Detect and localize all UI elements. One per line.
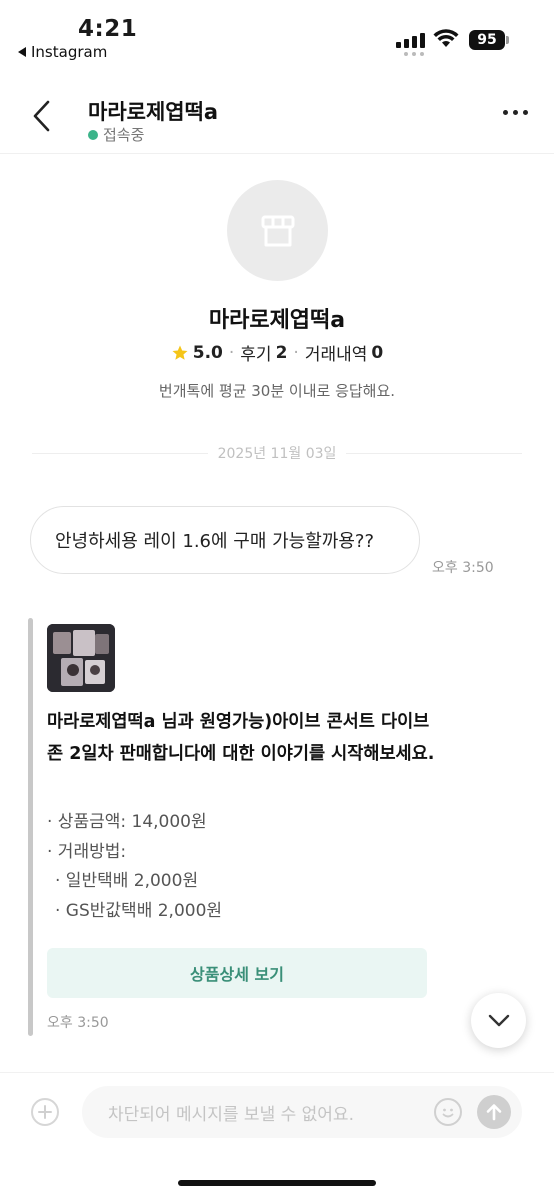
reviews-label: 후기 — [240, 345, 272, 365]
back-app-label: Instagram — [31, 43, 108, 61]
response-note: 번개톡에 평균 30분 이내로 응답해요. — [158, 382, 396, 400]
status-time: 4:21 — [78, 16, 138, 42]
more-options-button[interactable] — [503, 110, 528, 115]
cellular-signal-icon — [396, 32, 425, 48]
back-to-app-link[interactable]: Instagram — [18, 43, 107, 61]
product-card-title: 마라로제엽떡a 님과 원영가능)아이브 콘서트 다이브존 2일차 판매합니다에 … — [47, 712, 435, 764]
trades-count: 0 — [371, 342, 384, 363]
card-accent-bar — [28, 618, 33, 1036]
date-divider: 2025년 11월 03일 — [32, 443, 522, 463]
status-dots — [404, 52, 424, 56]
detail-shipping-gs: · GS반값택배 2,000원 — [55, 900, 223, 921]
store-icon — [261, 215, 294, 246]
message-bubble[interactable]: 안녕하세용 레이 1.6에 구매 가능할까용?? — [30, 506, 420, 574]
profile-name: 마라로제엽떡a — [208, 308, 346, 333]
attach-button[interactable] — [31, 1098, 59, 1126]
reviews-count: 2 — [275, 342, 288, 363]
arrow-up-icon — [486, 1104, 502, 1121]
product-photo-icon — [47, 624, 115, 692]
rating-value: 5.0 — [192, 342, 223, 363]
trades-label: 거래내역 — [304, 345, 368, 365]
back-triangle-icon — [18, 47, 26, 57]
home-indicator — [178, 1180, 376, 1186]
message-input-placeholder: 차단되어 메시지를 보낼 수 없어요. — [108, 1105, 354, 1125]
detail-shipping-regular: · 일반택배 2,000원 — [55, 871, 199, 891]
date-label: 2025년 11월 03일 — [217, 446, 337, 462]
card-time: 오후 3:50 — [47, 1015, 109, 1031]
battery-tip — [506, 36, 509, 44]
product-details: · 상품금액: 14,000원 · 거래방법: · 일반택배 2,000원 · … — [47, 808, 222, 926]
star-icon — [172, 345, 188, 360]
detail-price: · 상품금액: 14,000원 — [47, 812, 207, 832]
online-dot-icon — [88, 129, 98, 140]
chevron-left-icon — [33, 100, 50, 132]
chevron-down-icon — [488, 1014, 509, 1026]
product-thumbnail[interactable] — [47, 624, 115, 692]
product-detail-button[interactable]: 상품상세 보기 — [47, 948, 427, 998]
back-button[interactable] — [22, 94, 62, 138]
profile-stats: 5.0 · 후기 2 · 거래내역 0 — [0, 340, 554, 365]
header-title: 마라로제엽떡a — [88, 100, 219, 124]
battery-indicator: 95 — [469, 30, 505, 50]
chat-header: 마라로제엽떡a 접속중 — [0, 70, 554, 154]
detail-method: · 거래방법: — [47, 841, 127, 862]
scroll-to-bottom-button[interactable] — [471, 993, 526, 1048]
emoji-button[interactable] — [434, 1098, 462, 1126]
avatar[interactable] — [227, 180, 328, 281]
smiley-icon — [442, 1108, 454, 1118]
online-status: 접속중 — [88, 124, 144, 145]
wifi-icon — [433, 29, 459, 47]
plus-icon — [38, 1105, 52, 1119]
message-time: 오후 3:50 — [432, 560, 494, 576]
status-bar: 4:21 Instagram 95 — [0, 0, 554, 70]
online-status-label: 접속중 — [103, 126, 145, 144]
send-button[interactable] — [477, 1095, 511, 1129]
